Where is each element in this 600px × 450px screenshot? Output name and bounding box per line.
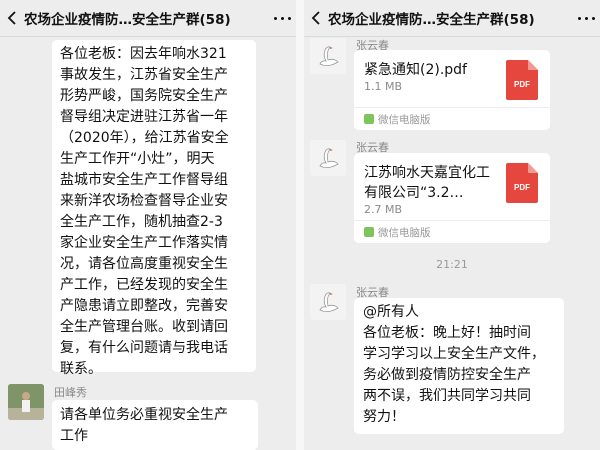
file-source: 微信电脑版 — [354, 107, 550, 130]
message-line: 努力！ — [363, 409, 405, 425]
more-dot-icon — [577, 16, 581, 20]
message-line: 产隐患请立即整改，完善安 — [60, 298, 228, 314]
message-line: 请各单位务必重视安全生产 — [60, 407, 228, 423]
pdf-file-icon: PDF — [506, 60, 538, 100]
avatar[interactable] — [310, 140, 346, 176]
file-card[interactable]: 江苏响水天嘉宜化工有限公司“3.2… 2.7 MB PDF 微信电脑版 — [354, 153, 550, 243]
nav-bar: 农场企业疫情防…安全生产群(58) — [304, 0, 600, 37]
file-name: 江苏响水天嘉宜化工有限公司“3.2… — [364, 165, 490, 201]
message-line: 督导组决定进驻江苏省一年 — [60, 109, 228, 125]
back-button[interactable] — [0, 0, 24, 36]
timestamp: 21:21 — [436, 258, 468, 271]
message-line: 生产工作开“小灶”，明天 — [60, 151, 215, 167]
message-line: 学习学习以上安全生产文件， — [363, 346, 545, 362]
file-source-label: 微信电脑版 — [378, 226, 431, 239]
avatar-photo-icon — [8, 384, 44, 420]
sender-name: 田峰秀 — [54, 386, 87, 399]
swan-avatar-icon — [310, 140, 346, 176]
message-line: 务必做到疫情防控安全生产 — [363, 367, 531, 383]
message-line: 两不误，我们共同学习共同 — [363, 388, 531, 404]
message-line: 来新洋农场检查督导企业安 — [60, 193, 228, 209]
message-text: @所有人 各位老板：晚上好！抽时间 学习学习以上安全生产文件， 务必做到疫情防控… — [363, 302, 555, 428]
chat-title: 农场企业疫情防…安全生产群(58) — [24, 12, 231, 28]
more-dot-icon — [280, 16, 284, 20]
file-card[interactable]: 紧急通知(2).pdf 1.1 MB PDF 微信电脑版 — [354, 50, 550, 130]
more-button[interactable] — [268, 0, 296, 36]
message-line: 工作 — [60, 428, 88, 444]
avatar[interactable] — [310, 38, 346, 74]
message-line: 况，请各位高度重视安全生 — [60, 256, 228, 272]
back-button[interactable] — [304, 0, 328, 36]
message-text: 各位老板：因去年响水321 事故发生，江苏省安全生产 形势严峻，国务院安全生产 … — [60, 44, 248, 380]
message-line: 复，有什么问题请与我电话 — [60, 340, 228, 356]
pdf-label: PDF — [514, 80, 530, 89]
more-dot-icon — [584, 16, 588, 20]
message-line: 事故发生，江苏省安全生产 — [60, 67, 228, 83]
chevron-left-icon — [311, 11, 320, 25]
file-size: 2.7 MB — [364, 203, 403, 216]
more-button[interactable] — [572, 0, 600, 36]
more-dot-icon — [273, 16, 277, 20]
file-size: 1.1 MB — [364, 80, 403, 93]
pdf-label: PDF — [514, 183, 530, 192]
nav-bar: 农场企业疫情防…安全生产群(58) — [0, 0, 296, 37]
message-line: @所有人 — [363, 304, 419, 320]
pdf-file-icon: PDF — [506, 163, 538, 203]
message-line: 各位老板：因去年响水321 — [60, 46, 227, 62]
message-line: 联系。 — [60, 361, 102, 377]
message-line: 产工作，已经发现的安全生 — [60, 277, 228, 293]
message-bubble[interactable]: 各位老板：因去年响水321 事故发生，江苏省安全生产 形势严峻，国务院安全生产 … — [52, 40, 256, 377]
message-line: （2020年），给江苏省安全 — [60, 130, 229, 146]
chevron-left-icon — [7, 11, 16, 25]
chat-title: 农场企业疫情防…安全生产群(58) — [328, 12, 535, 28]
message-bubble[interactable]: 请各单位务必重视安全生产 工作 — [52, 400, 258, 450]
message-line: 全生产管理台账。收到请回 — [60, 319, 228, 335]
avatar[interactable] — [310, 284, 346, 320]
wechat-pc-icon — [364, 227, 374, 237]
message-bubble[interactable]: @所有人 各位老板：晚上好！抽时间 学习学习以上安全生产文件， 务必做到疫情防控… — [354, 298, 564, 434]
more-dot-icon — [591, 16, 595, 20]
message-line: 各位老板：晚上好！抽时间 — [363, 325, 531, 341]
message-line: 形势严峻，国务院安全生产 — [60, 88, 228, 104]
chat-panel-right: 农场企业疫情防…安全生产群(58) 张云春 紧急通知(2).pdf 1.1 MB… — [304, 0, 600, 450]
message-text: 请各单位务必重视安全生产 工作 — [60, 405, 250, 447]
message-line: 全生产工作，随机抽查2-3 — [60, 214, 223, 230]
swan-avatar-icon — [310, 38, 346, 74]
file-name: 紧急通知(2).pdf — [364, 62, 467, 78]
swan-avatar-icon — [310, 284, 346, 320]
chat-panel-left: 农场企业疫情防…安全生产群(58) 各位老板：因去年响水321 事故发生，江苏省… — [0, 0, 296, 450]
more-dot-icon — [287, 16, 291, 20]
file-source: 微信电脑版 — [354, 220, 550, 243]
wechat-pc-icon — [364, 114, 374, 124]
message-line: 家企业安全生产工作落实情 — [60, 235, 228, 251]
avatar[interactable] — [8, 384, 44, 420]
file-source-label: 微信电脑版 — [378, 113, 431, 126]
message-line: 盐城市安全生产工作督导组 — [60, 172, 228, 188]
panel-divider — [296, 0, 304, 450]
